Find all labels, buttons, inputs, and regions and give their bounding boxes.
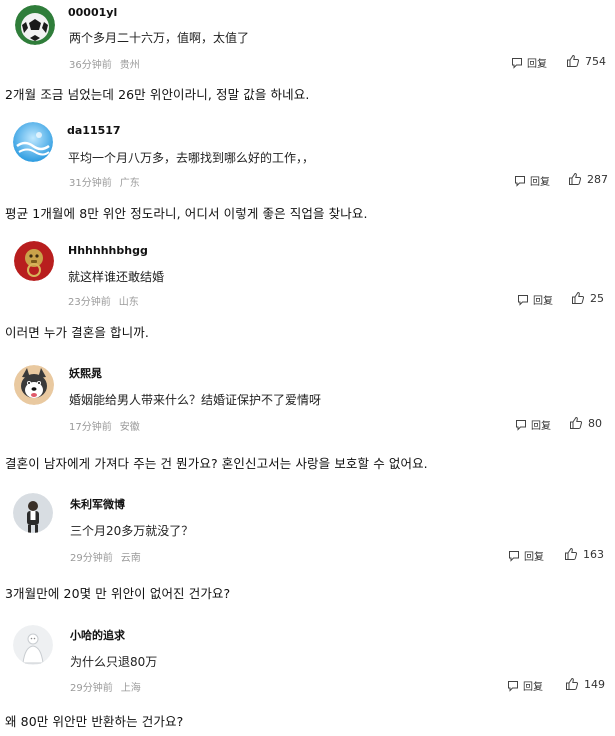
like-count: 163: [583, 547, 604, 561]
thumbs-up-icon: [565, 547, 578, 560]
like-button[interactable]: 754: [566, 54, 606, 68]
comment-location: 贵州: [119, 60, 140, 71]
reply-button[interactable]: 回复: [514, 173, 550, 188]
comment-bubble-icon: [518, 294, 528, 306]
comment-text: 婚姻能给男人带来什么？结婚证保护不了爱情呀: [69, 393, 322, 407]
comment-username[interactable]: Hhhhhhbhgg: [68, 244, 148, 257]
comment-meta: 31分钟前 广东: [69, 174, 140, 189]
comment-text: 为什么只退80万: [70, 655, 158, 669]
comment-bubble-icon: [508, 680, 518, 692]
thumbs-up-icon: [567, 54, 580, 67]
comment-item: Hhhhhhbhgg 就这样谁还敢结婚 23分钟前 山东 回复 25: [0, 230, 615, 310]
comment-location: 上海: [120, 683, 141, 694]
translation-text: 평균 1개월에 8만 위안 정도라니, 어디서 이렇게 좋은 직업을 찾나요.: [5, 206, 368, 221]
comment-time: 29分钟前: [70, 553, 113, 564]
comment-meta: 17分钟前 安徽: [69, 418, 140, 433]
comment-time: 23分钟前: [68, 297, 111, 308]
comment-item: 妖熙晁 婚姻能给男人带来什么？结婚证保护不了爱情呀 17分钟前 安徽 回复 80: [0, 350, 615, 434]
comment-username[interactable]: 00001yl: [68, 6, 117, 19]
comment-text: 平均一个月八万多，去哪找到哪么好的工作，，: [68, 151, 315, 165]
reply-button[interactable]: 回复: [511, 55, 547, 70]
comment-bubble-icon: [512, 57, 522, 69]
like-count: 754: [585, 54, 606, 68]
comment-text: 就这样谁还敢结婚: [68, 270, 165, 284]
comment-text: 三个月20多万就没了？: [70, 524, 194, 538]
comment-item: 00001yl 两个多月二十六万，值啊，太值了 36分钟前 贵州 回复 754: [0, 0, 615, 80]
comment-username[interactable]: da11517: [67, 124, 121, 137]
translation-text: 왜 80만 위안만 반환하는 건가요?: [5, 714, 184, 729]
comment-text: 两个多月二十六万，值啊，太值了: [69, 31, 250, 45]
like-button[interactable]: 80: [569, 416, 602, 430]
reply-label: 回复: [527, 59, 547, 70]
comment-time: 31分钟前: [69, 178, 112, 189]
comment-location: 安徽: [119, 422, 140, 433]
reply-label: 回复: [530, 177, 550, 188]
reply-label: 回复: [531, 421, 551, 432]
thumbs-up-icon: [570, 416, 583, 429]
like-button[interactable]: 287: [568, 172, 608, 186]
thumbs-up-icon: [566, 677, 579, 690]
thumbs-up-icon: [569, 172, 582, 185]
comment-bubble-icon: [509, 550, 519, 562]
person-portrait-avatar-icon[interactable]: [13, 493, 53, 533]
lion-door-knocker-avatar-icon[interactable]: [14, 241, 54, 281]
comment-meta: 36分钟前 贵州: [69, 56, 140, 71]
reply-label: 回复: [533, 296, 553, 307]
like-count: 80: [588, 416, 602, 430]
comment-location: 山东: [118, 297, 139, 308]
comment-meta: 29分钟前 上海: [70, 679, 141, 694]
comment-time: 36分钟前: [69, 60, 112, 71]
translation-text: 이러면 누가 결혼을 합니까.: [5, 325, 149, 340]
comment-username[interactable]: 小哈的追求: [70, 627, 125, 643]
translation-text: 2개월 조금 넘었는데 26만 위안이라니, 정말 값을 하네요.: [5, 87, 310, 102]
translation-text: 3개월만에 20몇 만 위안이 없어진 건가요?: [5, 586, 231, 601]
like-button[interactable]: 149: [565, 677, 605, 691]
like-count: 149: [584, 677, 605, 691]
comment-location: 广东: [119, 178, 140, 189]
like-count: 287: [587, 172, 608, 186]
comment-meta: 29分钟前 云南: [70, 549, 141, 564]
comment-username[interactable]: 妖熙晁: [69, 365, 102, 381]
comment-location: 云南: [120, 553, 141, 564]
white-figure-avatar-icon[interactable]: [13, 625, 53, 665]
reply-button[interactable]: 回复: [508, 548, 544, 563]
comment-bubble-icon: [516, 419, 526, 431]
reply-button[interactable]: 回复: [507, 678, 543, 693]
reply-button[interactable]: 回复: [515, 417, 551, 432]
like-button[interactable]: 25: [571, 291, 604, 305]
comment-username[interactable]: 朱利军微博: [70, 496, 125, 512]
comment-meta: 23分钟前 山东: [68, 293, 139, 308]
comment-item: 朱利军微博 三个月20多万就没了？ 29分钟前 云南 回复 163: [0, 480, 615, 566]
reply-button[interactable]: 回复: [517, 292, 553, 307]
husky-dog-avatar-icon[interactable]: [14, 365, 54, 405]
comment-time: 29分钟前: [70, 683, 113, 694]
reply-label: 回复: [524, 552, 544, 563]
comment-bubble-icon: [515, 175, 525, 187]
reply-label: 回复: [523, 682, 543, 693]
like-button[interactable]: 163: [564, 547, 604, 561]
comment-time: 17分钟前: [69, 422, 112, 433]
comment-item: da11517 平均一个月八万多，去哪找到哪么好的工作，， 31分钟前 广东 回复…: [0, 112, 615, 192]
thumbs-up-icon: [572, 291, 585, 304]
translation-text: 결혼이 남자에게 가져다 주는 건 뭔가요? 혼인신고서는 사랑을 보호할 수 …: [5, 456, 428, 471]
like-count: 25: [590, 291, 604, 305]
blue-water-avatar-icon[interactable]: [13, 122, 53, 162]
soccer-ball-avatar-icon[interactable]: [15, 5, 55, 45]
comment-item: 小哈的追求 为什么只退80万 29分钟前 上海 回复 149: [0, 612, 615, 698]
